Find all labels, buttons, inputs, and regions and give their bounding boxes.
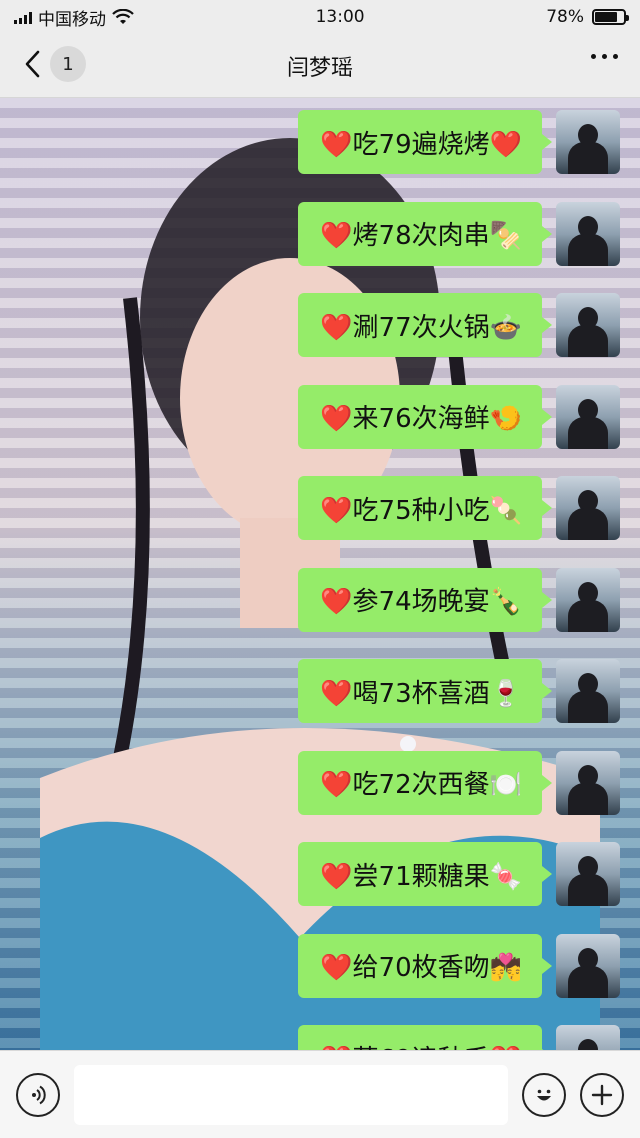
status-bar: 中国移动 13:00 78% <box>0 0 640 34</box>
avatar[interactable] <box>556 933 620 998</box>
message-bubble[interactable]: ❤️给70枚香吻💏 <box>298 933 552 998</box>
chevron-left-icon <box>25 50 40 78</box>
voice-icon <box>32 1085 46 1104</box>
message-row: ❤️吃75种小吃🍡 <box>298 476 620 540</box>
status-left: 中国移动 <box>14 5 134 30</box>
message-bubble[interactable]: ❤️荡69遍秋千❤️ <box>298 1025 552 1050</box>
battery-percent: 78% <box>546 7 584 27</box>
message-input[interactable] <box>74 1064 508 1125</box>
message-row: ❤️喝73杯喜酒🍷 <box>298 659 620 723</box>
message-bubble[interactable]: ❤️来76次海鲜🍤 <box>298 384 552 449</box>
back-button[interactable]: 1 <box>22 46 86 82</box>
unread-badge: 1 <box>50 46 86 82</box>
clock: 13:00 <box>315 7 365 27</box>
chat-header: 1 闫梦瑶 <box>0 34 640 98</box>
plus-button[interactable] <box>580 1072 624 1117</box>
message-bubble[interactable]: ❤️涮77次火锅🍲 <box>298 293 552 357</box>
message-row: ❤️吃72次西餐🍽️ <box>298 750 620 815</box>
emoji-button[interactable] <box>522 1072 566 1117</box>
message-row: ❤️来76次海鲜🍤 <box>298 384 620 449</box>
more-dots-icon <box>591 54 596 59</box>
emoji-icon <box>537 1089 551 1100</box>
message-row: ❤️吃79遍烧烤❤️ <box>298 110 620 174</box>
carrier-label: 中国移动 <box>38 9 106 30</box>
status-right: 78% <box>546 7 629 27</box>
message-row: ❤️参74场晚宴🍾 <box>298 567 620 632</box>
more-button[interactable] <box>591 54 618 59</box>
message-bubble[interactable]: ❤️吃79遍烧烤❤️ <box>298 110 552 174</box>
message-bubble[interactable]: ❤️喝73杯喜酒🍷 <box>298 659 552 723</box>
message-bubble[interactable]: ❤️参74场晚宴🍾 <box>298 567 552 632</box>
chat-background[interactable]: ❤️吃79遍烧烤❤️ ❤️烤78次肉串🍢 ❤️涮77次火锅🍲 ❤️来76次海鲜🍤 ❤️吃… <box>0 98 640 1050</box>
avatar[interactable] <box>556 750 620 815</box>
avatar[interactable] <box>556 659 620 723</box>
avatar[interactable] <box>556 567 620 632</box>
message-bubble[interactable]: ❤️烤78次肉串🍢 <box>298 201 552 266</box>
chat-title: 闫梦瑶 <box>286 55 353 81</box>
avatar[interactable] <box>556 110 620 174</box>
battery-icon <box>591 9 629 25</box>
avatar[interactable] <box>556 384 620 449</box>
message-bubble[interactable]: ❤️吃75种小吃🍡 <box>298 476 552 540</box>
message-row: ❤️给70枚香吻💏 <box>298 933 620 998</box>
avatar[interactable] <box>556 201 620 266</box>
message-row: ❤️荡69遍秋千❤️ <box>298 1025 620 1050</box>
voice-button[interactable] <box>16 1072 60 1117</box>
message-row: ❤️涮77次火锅🍲 <box>298 293 620 357</box>
avatar[interactable] <box>556 842 620 906</box>
avatar[interactable] <box>556 293 620 357</box>
avatar[interactable] <box>556 1025 620 1050</box>
message-row: ❤️尝71颗糖果🍬 <box>298 842 620 906</box>
avatar[interactable] <box>556 476 620 540</box>
signal-icon <box>14 10 32 24</box>
message-bubble[interactable]: ❤️吃72次西餐🍽️ <box>298 750 552 815</box>
input-bar <box>0 1050 640 1138</box>
message-row: ❤️烤78次肉串🍢 <box>298 201 620 266</box>
wifi-icon <box>112 9 134 24</box>
message-bubble[interactable]: ❤️尝71颗糖果🍬 <box>298 842 552 906</box>
plus-icon <box>591 1084 613 1105</box>
